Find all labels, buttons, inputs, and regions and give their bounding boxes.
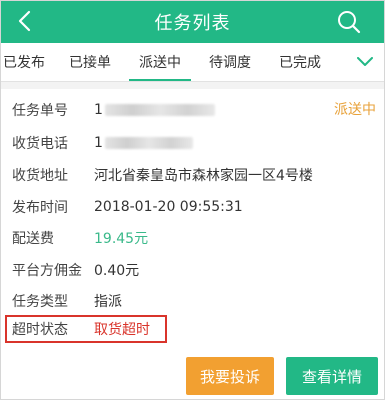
field-label: 超时状态 [12,322,68,338]
back-button[interactable] [9,5,39,37]
phone-value: 1 [94,135,103,151]
tab-label: 待调度 [209,55,251,71]
tab-published[interactable]: 已发布 [1,43,55,81]
field-label: 收货地址 [12,168,68,184]
commission-value: 0.40元 [94,263,140,279]
view-details-button[interactable]: 查看详情 [286,357,378,395]
row-phone: 收货电话 1 [12,132,193,154]
row-task-type: 任务类型 指派 [12,290,122,312]
field-label: 配送费 [12,231,54,247]
search-button[interactable] [334,7,364,37]
row-publish-time: 发布时间 2018-01-20 09:55:31 [12,196,243,218]
tab-completed[interactable]: 已完成 [265,43,335,81]
row-overdue: 超时状态 取货超时 [12,318,150,340]
tab-label: 已发布 [3,55,45,71]
tab-label: 已接单 [69,55,111,71]
row-commission: 平台方佣金 0.40元 [12,259,139,281]
app-frame: 任务列表 已发布 已接单 派送中 待调度 已完成 派送中 任务单号 1 收货电话… [0,0,385,400]
tab-accepted[interactable]: 已接单 [55,43,125,81]
tab-label: 已完成 [279,55,321,71]
row-address: 收货地址 河北省秦皇岛市森林家园一区4号楼 [12,164,313,186]
tab-label: 派送中 [139,55,181,71]
task-no-value: 1 [94,102,103,118]
status-tabs: 已发布 已接单 派送中 待调度 已完成 [1,43,384,82]
field-label: 平台方佣金 [12,263,82,279]
task-status-badge: 派送中 [334,102,376,118]
delivery-fee-value: 19.45元 [94,231,149,247]
tabs-more-button[interactable] [346,43,384,81]
task-card: 派送中 任务单号 1 收货电话 1 收货地址 河北省秦皇岛市森林家园一区4号楼 … [1,89,384,399]
tab-delivering[interactable]: 派送中 [125,43,195,81]
overdue-value: 取货超时 [94,322,150,338]
field-label: 任务类型 [12,294,68,310]
masked-text [104,104,215,116]
chevron-left-icon [18,10,31,32]
publish-time-value: 2018-01-20 09:55:31 [94,199,243,215]
complain-button[interactable]: 我要投诉 [186,357,274,395]
masked-text [104,137,193,149]
address-value: 河北省秦皇岛市森林家园一区4号楼 [94,168,313,184]
tab-pending-dispatch[interactable]: 待调度 [195,43,265,81]
task-type-value: 指派 [94,294,122,310]
field-label: 任务单号 [12,103,68,119]
row-delivery-fee: 配送费 19.45元 [12,227,148,249]
page-title: 任务列表 [154,13,231,34]
field-label: 发布时间 [12,200,68,216]
search-icon [338,11,361,34]
chevron-down-icon [357,57,373,66]
app-header: 任务列表 [1,1,384,43]
field-label: 收货电话 [12,136,68,152]
row-task-no: 任务单号 1 [12,99,215,121]
